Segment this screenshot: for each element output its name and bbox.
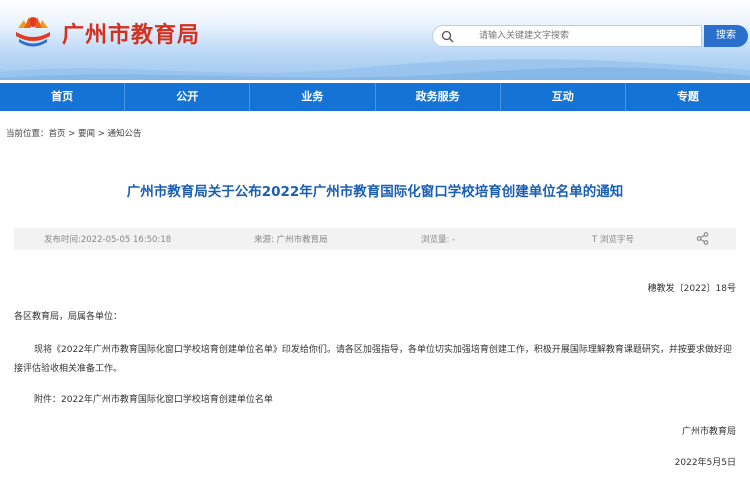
search-box — [432, 25, 702, 47]
logo-icon[interactable] — [10, 8, 56, 54]
search-button[interactable]: 搜索 — [704, 25, 748, 47]
search-input[interactable] — [459, 28, 695, 44]
article-meta-bar: 发布时间:2022-05-05 16:50:18 来源: 广州市教育局 浏览量:… — [14, 228, 736, 250]
breadcrumb[interactable]: 当前位置：首页 > 要闻 > 通知公告 — [6, 127, 142, 139]
body-paragraph: 现将《2022年广州市教育国际化窗口学校培育创建单位名单》印发给你们。请各区加强… — [14, 345, 732, 374]
publish-time: 发布时间:2022-05-05 16:50:18 — [44, 235, 172, 245]
article-title: 广州市教育局关于公布2022年广州市教育国际化窗口学校培育创建单位名单的通知 — [126, 184, 624, 200]
site-title[interactable]: 广州市教育局 — [62, 17, 200, 49]
site-header: 广州市教育局 搜索 — [0, 0, 750, 80]
main-nav: 首页 公开 业务 政务服务 互动 专题 — [0, 83, 750, 111]
nav-item-topics[interactable]: 专题 — [626, 83, 750, 111]
salutation: 各区教育局，局属各单位： — [14, 312, 123, 322]
nav-item-interaction[interactable]: 互动 — [501, 83, 626, 111]
article-source: 来源: 广州市教育局 — [254, 235, 328, 245]
attachment-link[interactable]: 附件：2022年广州市教育国际化窗口学校培育创建单位名单 — [34, 392, 273, 405]
signer: 广州市教育局 — [681, 427, 736, 437]
document-number: 穗教发〔2022〕18号 — [647, 284, 736, 294]
view-count: 浏览量: - — [421, 235, 456, 245]
search-icon — [441, 30, 454, 43]
nav-item-business[interactable]: 业务 — [250, 83, 376, 111]
font-size-control[interactable]: T 浏览字号 — [592, 233, 634, 245]
share-icon[interactable] — [696, 232, 709, 245]
sign-date: 2022年5月5日 — [674, 458, 736, 468]
nav-item-government-services[interactable]: 政务服务 — [376, 83, 501, 111]
nav-item-home[interactable]: 首页 — [0, 83, 126, 111]
header-wave-decoration — [0, 59, 750, 80]
nav-item-public[interactable]: 公开 — [125, 83, 251, 111]
